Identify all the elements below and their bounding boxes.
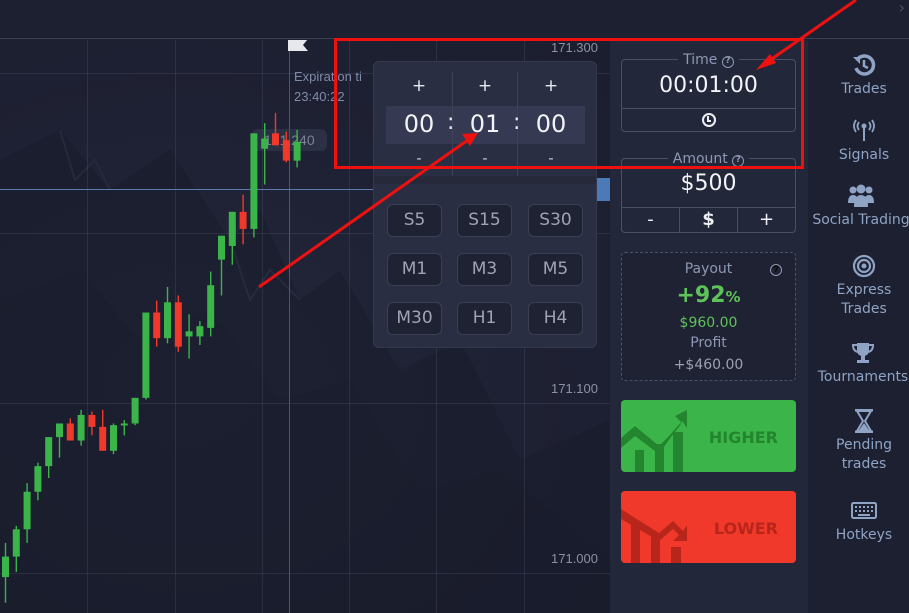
candle-body bbox=[164, 302, 171, 339]
sidebar-item-label: Pending trades bbox=[836, 437, 892, 472]
antenna-icon bbox=[853, 119, 875, 141]
clock-icon[interactable] bbox=[702, 113, 716, 127]
sidebar-item-label: Trades bbox=[841, 81, 887, 97]
time-value[interactable]: 00:01:00 bbox=[622, 73, 795, 98]
seconds-decrement-button[interactable]: - bbox=[518, 149, 584, 167]
chevron-right-icon[interactable]: › bbox=[899, 0, 905, 17]
higher-button[interactable]: HIGHER bbox=[621, 400, 796, 472]
hours-increment-button[interactable]: + bbox=[386, 76, 452, 96]
sidebar-item-label: Tournaments bbox=[817, 369, 909, 385]
preset-m3-button[interactable]: M3 bbox=[457, 253, 512, 286]
candle-body bbox=[228, 211, 236, 246]
preset-h4-button[interactable]: H4 bbox=[528, 302, 583, 335]
sidebar-item-label: Hotkeys bbox=[835, 527, 893, 543]
payout-percent: +92% bbox=[676, 283, 741, 308]
candle-body bbox=[185, 331, 193, 337]
sidebar-item-hotkeys[interactable]: Hotkeys bbox=[808, 498, 909, 545]
preset-s15-button[interactable]: S15 bbox=[457, 204, 512, 237]
amount-input[interactable]: $500 bbox=[622, 171, 795, 196]
seconds-value[interactable]: 00 bbox=[518, 110, 584, 138]
candle-body bbox=[77, 414, 85, 441]
candle-body bbox=[196, 326, 204, 337]
time-mode-toggle[interactable] bbox=[622, 108, 795, 131]
minutes-value[interactable]: 01 bbox=[452, 110, 518, 138]
amount-increase-button[interactable]: + bbox=[738, 208, 795, 232]
trading-screen: › Expiration ti 23:40:22 171.240 171.300… bbox=[0, 0, 909, 613]
sidebar-item-social-trading[interactable]: Social Trading bbox=[805, 183, 909, 230]
sidebar-item-label: Social Trading bbox=[812, 212, 909, 228]
candle-body bbox=[261, 138, 269, 149]
payout-box: ? Payout +92% $960.00 Profit +$460.00 bbox=[621, 252, 796, 381]
candle-body bbox=[131, 397, 139, 424]
keyboard-icon bbox=[851, 502, 877, 519]
candle-body bbox=[207, 285, 215, 328]
question-circle-icon[interactable]: ? bbox=[721, 56, 734, 68]
right-sidebar: Trades Signals Social Trading Express Tr… bbox=[808, 40, 909, 613]
preset-s30-button[interactable]: S30 bbox=[528, 204, 583, 237]
preset-h1-button[interactable]: H1 bbox=[457, 302, 512, 335]
sidebar-item-express-trades[interactable]: Express Trades bbox=[808, 253, 909, 319]
candle-body bbox=[239, 211, 247, 229]
trade-panel: Time ? 00:01:00 Amount ? $500 - $ + ? Pa… bbox=[610, 40, 808, 613]
candle-body bbox=[23, 491, 31, 530]
hours-value[interactable]: 00 bbox=[386, 110, 452, 138]
trophy-icon bbox=[851, 343, 875, 363]
history-icon bbox=[853, 54, 876, 76]
preset-m30-button[interactable]: M30 bbox=[387, 302, 442, 335]
candle-body bbox=[66, 423, 74, 441]
candle-body bbox=[2, 556, 9, 578]
candle-body bbox=[293, 141, 301, 161]
time-label: Time bbox=[683, 52, 718, 68]
target-icon bbox=[852, 254, 876, 278]
candle-body bbox=[250, 133, 258, 229]
candle-body bbox=[34, 466, 42, 492]
candle-body bbox=[174, 302, 182, 347]
higher-label: HIGHER bbox=[708, 428, 778, 447]
candle-body bbox=[45, 437, 53, 467]
profit-label: Profit bbox=[690, 335, 727, 351]
hourglass-icon bbox=[855, 409, 873, 433]
candle-body bbox=[110, 425, 117, 451]
preset-m1-button[interactable]: M1 bbox=[387, 253, 442, 286]
candle-body bbox=[12, 529, 20, 557]
amount-field: Amount ? $500 - $ + bbox=[621, 151, 796, 233]
candle-body bbox=[218, 235, 225, 260]
preset-s5-button[interactable]: S5 bbox=[387, 204, 442, 237]
top-bar: › bbox=[0, 0, 909, 39]
users-icon bbox=[848, 184, 874, 207]
minutes-increment-button[interactable]: + bbox=[453, 76, 517, 96]
sidebar-item-signals[interactable]: Signals bbox=[808, 118, 909, 165]
candle-body bbox=[88, 414, 96, 427]
question-circle-icon[interactable]: ? bbox=[732, 155, 745, 167]
candle-body bbox=[153, 312, 161, 339]
profit-amount: +$460.00 bbox=[673, 357, 744, 373]
currency-toggle-button[interactable]: $ bbox=[679, 208, 738, 232]
sidebar-item-pending-trades[interactable]: Pending trades bbox=[808, 408, 909, 474]
preset-m5-button[interactable]: M5 bbox=[528, 253, 583, 286]
amount-label: Amount bbox=[672, 151, 728, 167]
amount-decrease-button[interactable]: - bbox=[622, 208, 679, 232]
time-field[interactable]: Time ? 00:01:00 bbox=[621, 52, 796, 132]
candle-body bbox=[272, 133, 279, 146]
popup-divider bbox=[374, 176, 596, 184]
lower-label: LOWER bbox=[713, 519, 778, 538]
candle-body bbox=[282, 140, 290, 161]
candle-body bbox=[142, 312, 150, 398]
seconds-increment-button[interactable]: + bbox=[518, 76, 584, 96]
minutes-decrement-button[interactable]: - bbox=[453, 149, 517, 167]
candle-body bbox=[99, 426, 107, 451]
sidebar-item-trades[interactable]: Trades bbox=[808, 52, 909, 99]
sidebar-item-tournaments[interactable]: Tournaments bbox=[807, 340, 909, 387]
candle-body bbox=[56, 423, 63, 438]
payout-label: Payout bbox=[684, 261, 733, 277]
payout-amount: $960.00 bbox=[679, 315, 738, 331]
sidebar-item-label: Signals bbox=[838, 147, 890, 163]
sidebar-item-label: Express Trades bbox=[836, 282, 892, 317]
lower-button[interactable]: LOWER bbox=[621, 491, 796, 563]
expiration-time-picker: + - + - + - 00 : 01 : 00 S5 S15 S30 M1 M… bbox=[373, 61, 597, 348]
hours-decrement-button[interactable]: - bbox=[386, 149, 452, 167]
candle-body bbox=[120, 423, 128, 426]
